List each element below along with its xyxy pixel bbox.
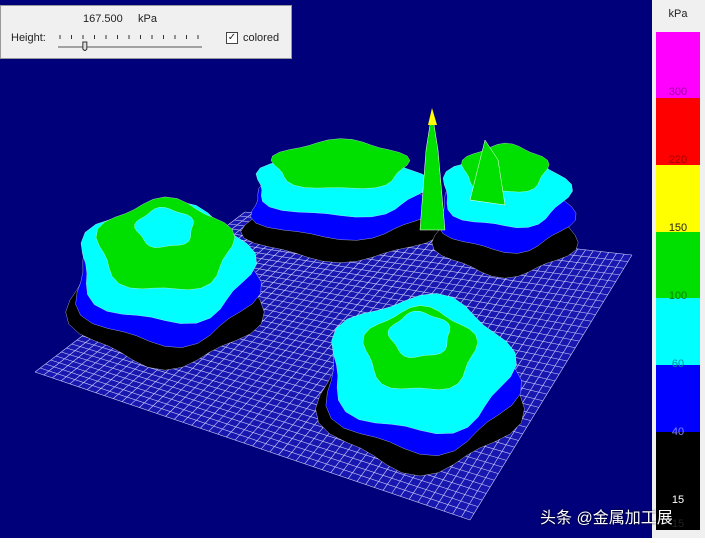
legend-label: 300 — [668, 86, 688, 98]
legend-unit: kPa — [668, 8, 688, 20]
legend-band — [656, 298, 700, 365]
legend-label: 40 — [671, 426, 685, 438]
back-right-pressure-region — [431, 142, 579, 279]
checkbox-icon[interactable]: ✓ — [226, 32, 238, 44]
height-label: Height: — [11, 32, 46, 44]
slider-thumb[interactable] — [82, 41, 88, 51]
legend-band — [656, 365, 700, 432]
legend-band — [656, 232, 700, 298]
peak-spike — [419, 111, 446, 231]
colored-checkbox[interactable]: ✓ colored — [226, 32, 279, 44]
height-slider[interactable] — [56, 31, 204, 51]
surface-svg — [34, 108, 633, 521]
peak-top — [428, 108, 437, 125]
height-control-panel: 167.500 kPa Height: ✓ colored — [0, 5, 292, 59]
pressure-surface-plot[interactable] — [0, 0, 652, 538]
watermark: 头条 @金属加工展 — [540, 510, 673, 527]
height-unit: kPa — [138, 13, 157, 25]
legend-label: 150 — [668, 222, 688, 234]
legend-label: 60 — [671, 358, 685, 370]
color-legend: kPa 300 220 150 100 60 40 15 15 — [652, 0, 705, 538]
legend-label: 100 — [668, 290, 688, 302]
legend-label: 220 — [668, 154, 688, 166]
surface-layer — [270, 138, 411, 189]
back-left-pressure-region — [240, 138, 440, 264]
colored-label: colored — [243, 32, 280, 44]
height-value: 167.500 — [83, 13, 123, 25]
